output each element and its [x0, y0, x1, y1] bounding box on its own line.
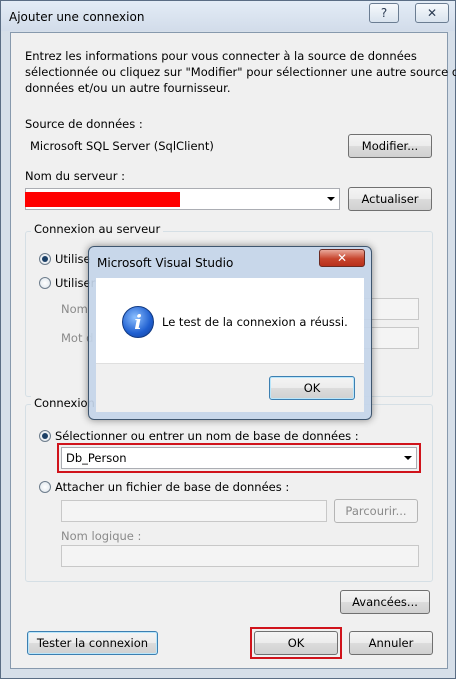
message-ok-button[interactable]: OK — [269, 376, 355, 400]
info-icon: i — [122, 306, 154, 338]
intro-line-2: sélectionnée ou cliquez sur "Modifier" p… — [25, 65, 456, 79]
sql-auth-radio[interactable] — [39, 277, 51, 289]
test-connection-button[interactable]: Tester la connexion — [27, 631, 158, 655]
data-source-label: Source de données : — [25, 117, 143, 131]
window-title: Ajouter une connexion — [9, 10, 145, 24]
message-box-title: Microsoft Visual Studio — [97, 256, 234, 270]
database-highlight-outline — [57, 443, 421, 473]
message-text: Le test de la connexion a réussi. — [162, 315, 348, 329]
cancel-button[interactable]: Annuler — [349, 631, 433, 655]
redacted-server-name — [25, 192, 180, 207]
logical-name-input[interactable] — [61, 545, 419, 567]
server-name-label: Nom du serveur : — [25, 169, 125, 183]
server-connection-title: Connexion au serveur — [31, 222, 164, 236]
attach-file-label: Attacher un fichier de base de données : — [55, 480, 290, 494]
logical-name-label: Nom logique : — [61, 529, 142, 543]
attach-file-radio[interactable] — [39, 481, 51, 493]
close-icon[interactable]: ✕ — [415, 3, 449, 23]
select-database-label: Sélectionner ou entrer un nom de base de… — [55, 429, 359, 443]
browse-button[interactable]: Parcourir... — [334, 499, 418, 523]
modify-button[interactable]: Modifier... — [348, 134, 432, 158]
message-box-content: i Le test de la connexion a réussi. — [96, 278, 364, 363]
refresh-button[interactable]: Actualiser — [348, 187, 432, 211]
attach-file-input[interactable] — [61, 500, 327, 522]
select-database-radio[interactable] — [39, 430, 51, 442]
chevron-down-icon[interactable] — [327, 197, 335, 201]
close-icon[interactable]: ✕ — [319, 249, 365, 267]
username-label: Nom — [61, 302, 88, 316]
ok-highlight-outline — [250, 627, 342, 659]
intro-line-3: données et/ou un autre fournisseur. — [25, 81, 231, 95]
message-box: Microsoft Visual Studio ✕ i Le test de l… — [88, 246, 372, 420]
windows-auth-label: Utilise — [55, 252, 91, 266]
title-bar[interactable]: Ajouter une connexion ? ✕ — [1, 1, 455, 31]
message-box-footer: OK — [96, 363, 364, 412]
windows-auth-radio[interactable] — [39, 253, 51, 265]
advanced-button[interactable]: Avancées... — [340, 590, 430, 614]
help-button[interactable]: ? — [369, 3, 399, 23]
intro-line-1: Entrez les informations pour vous connec… — [25, 49, 417, 63]
data-source-value: Microsoft SQL Server (SqlClient) — [25, 135, 335, 157]
